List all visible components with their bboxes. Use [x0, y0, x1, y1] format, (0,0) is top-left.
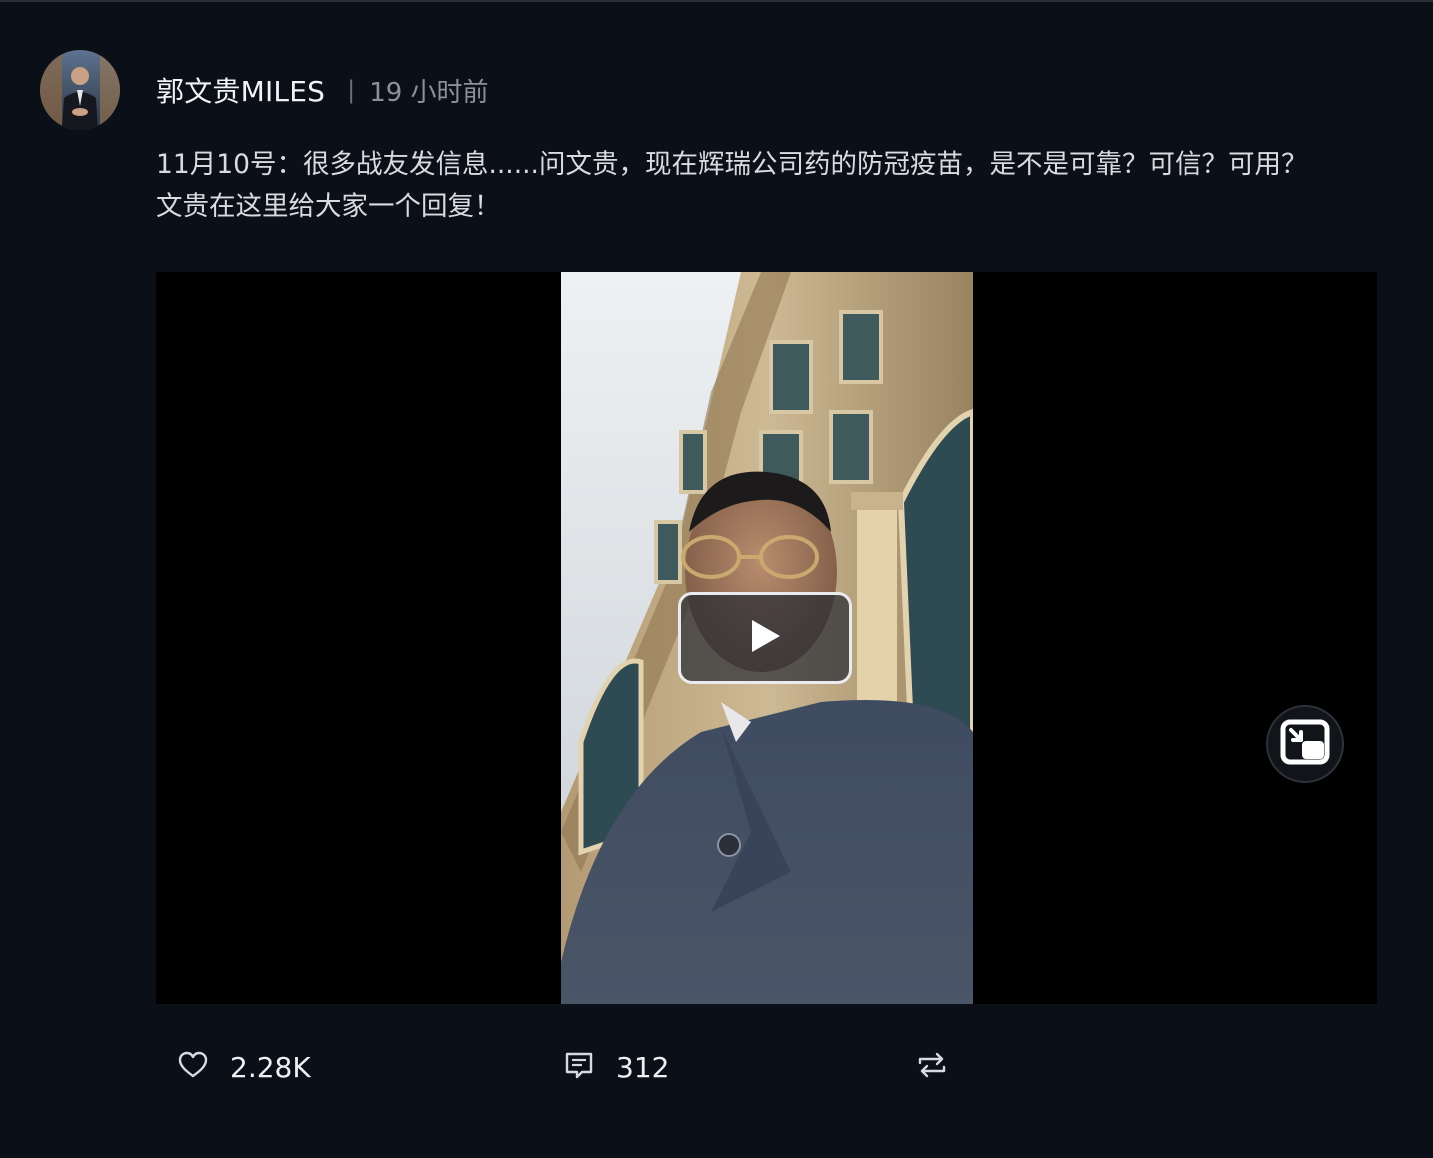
- repost-button[interactable]: [916, 1042, 948, 1092]
- like-count: 2.28K: [230, 1050, 311, 1084]
- picture-in-picture-button[interactable]: [1266, 705, 1344, 783]
- like-button[interactable]: 2.28K: [178, 1042, 311, 1092]
- post-text: 11月10号：很多战友发信息......问文贵，现在辉瑞公司药的防冠疫苗，是不是…: [156, 149, 1308, 222]
- heart-icon: [178, 1051, 208, 1083]
- video-player[interactable]: [156, 272, 1377, 1004]
- post-timestamp: 19 小时前: [369, 77, 489, 108]
- post-card: 郭文贵MILES | 19 小时前 11月10号：很多战友发信息......问文…: [0, 0, 1433, 1158]
- comment-icon: [564, 1051, 594, 1083]
- play-button[interactable]: [678, 592, 852, 684]
- author-name[interactable]: 郭文贵MILES: [156, 70, 325, 110]
- comment-button[interactable]: 312: [564, 1042, 669, 1092]
- post-header: 郭文贵MILES | 19 小时前: [156, 70, 489, 110]
- comment-count: 312: [616, 1050, 670, 1084]
- repost-icon: [916, 1051, 948, 1083]
- header-separator: |: [347, 76, 356, 104]
- post-actions: 2.28K 312: [156, 1042, 1377, 1092]
- author-avatar[interactable]: [40, 50, 120, 130]
- picture-in-picture-icon: [1280, 719, 1330, 769]
- play-icon: [748, 618, 782, 658]
